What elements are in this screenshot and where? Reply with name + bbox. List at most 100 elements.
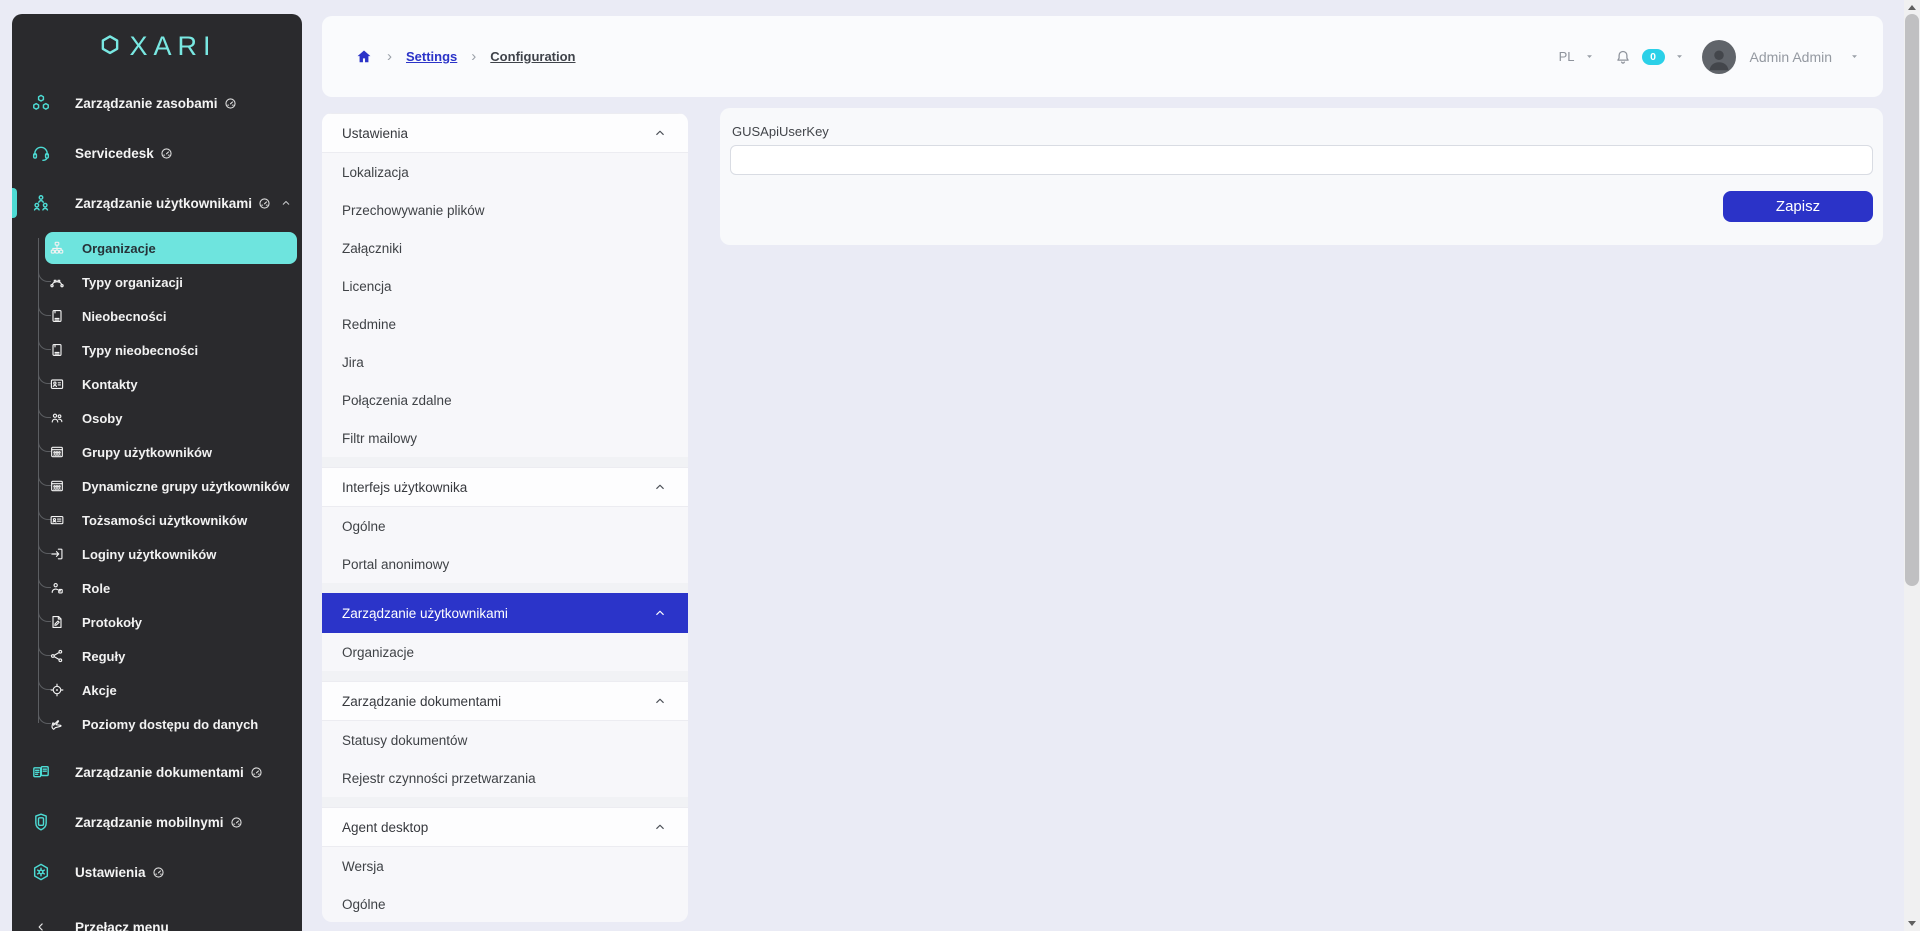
sidebar-subitem[interactable]: Role: [12, 571, 302, 605]
gusapiuserkey-label: GUSApiUserKey: [732, 124, 1883, 139]
caret-down-icon[interactable]: [1850, 52, 1859, 61]
sidebar-item[interactable]: Zarządzanie użytkownikami: [12, 178, 302, 228]
settings-menu-item[interactable]: Filtr mailowy: [322, 419, 688, 457]
settings-menu-item-label: Ogólne: [342, 897, 386, 912]
settings-menu-item-label: Licencja: [342, 279, 392, 294]
settings-menu-item[interactable]: Organizacje: [322, 633, 688, 671]
toggle-menu-label: Przełącz menu: [75, 920, 169, 931]
caret-down-icon[interactable]: [1675, 52, 1684, 61]
settings-menu-item[interactable]: Jira: [322, 343, 688, 381]
gusapiuserkey-input[interactable]: [730, 145, 1873, 175]
settings-section-header[interactable]: Zarządzanie użytkownikami: [322, 593, 688, 633]
gauge-icon: [230, 816, 243, 829]
home-icon[interactable]: [355, 48, 373, 66]
sidebar-subitem-label: Poziomy dostępu do danych: [82, 717, 258, 732]
notifications-badge[interactable]: 0: [1642, 49, 1665, 65]
resources-icon: [31, 93, 51, 113]
sidebar-subitem-label: Typy organizacji: [82, 275, 183, 290]
gauge-icon: [152, 866, 165, 879]
avatar[interactable]: [1702, 40, 1736, 74]
settings-section-header[interactable]: Interfejs użytkownika: [322, 467, 688, 507]
settings-section-title: Zarządzanie użytkownikami: [342, 606, 508, 621]
logo-hexagon-icon: [97, 33, 123, 59]
sidebar-subitem-label: Organizacje: [82, 241, 156, 256]
scroll-up-arrow-icon[interactable]: [1908, 5, 1916, 10]
app-viewport: XARI Zarządzanie zasobami Servicedesk: [0, 0, 1920, 931]
sidebar-subitem[interactable]: Poziomy dostępu do danych: [12, 707, 302, 741]
save-button[interactable]: Zapisz: [1723, 191, 1873, 222]
settings-menu-item[interactable]: Załączniki: [322, 229, 688, 267]
settings-menu-item[interactable]: Portal anonimowy: [322, 545, 688, 583]
hand-icon: [49, 716, 65, 732]
settings-menu-item-label: Lokalizacja: [342, 165, 409, 180]
sidebar-subitem[interactable]: Reguły: [12, 639, 302, 673]
documents-icon: [31, 762, 51, 782]
settings-menu-item-label: Filtr mailowy: [342, 431, 417, 446]
sidebar-item[interactable]: Ustawienia: [12, 847, 302, 897]
settings-menu-item[interactable]: Licencja: [322, 267, 688, 305]
settings-menu-item-label: Połączenia zdalne: [342, 393, 452, 408]
sidebar-item[interactable]: Zarządzanie mobilnymi: [12, 797, 302, 847]
settings-menu-item[interactable]: Rejestr czynności przetwarzania: [322, 759, 688, 797]
settings-menu-item-label: Portal anonimowy: [342, 557, 449, 572]
sidebar-item[interactable]: Servicedesk: [12, 128, 302, 178]
sidebar-item-label: Zarządzanie użytkownikami: [75, 196, 252, 211]
configuration-form: GUSApiUserKey Zapisz: [720, 108, 1883, 245]
settings-menu-item[interactable]: Wersja: [322, 847, 688, 885]
settings-menu-item[interactable]: Lokalizacja: [322, 153, 688, 191]
sidebar-subitem[interactable]: Typy nieobecności: [12, 333, 302, 367]
settings-section-header[interactable]: Ustawienia: [322, 113, 688, 153]
sidebar-subitem-label: Role: [82, 581, 110, 596]
settings-section-header[interactable]: Agent desktop: [322, 807, 688, 847]
sidebar-subitem[interactable]: Dynamiczne grupy użytkowników: [12, 469, 302, 503]
page-scrollbar[interactable]: [1904, 0, 1920, 931]
settings-section-title: Ustawienia: [342, 126, 408, 141]
scrollbar-thumb[interactable]: [1905, 14, 1919, 586]
role-icon: [49, 580, 65, 596]
headset-icon: [31, 143, 51, 163]
settings-section: Zarządzanie dokumentami Statusy dokument…: [322, 681, 688, 797]
caret-down-icon[interactable]: [1585, 52, 1594, 61]
sidebar-subitem[interactable]: Loginy użytkowników: [12, 537, 302, 571]
sidebar-subitem[interactable]: Typy organizacji: [12, 265, 302, 299]
settings-menu-item[interactable]: Ogólne: [322, 507, 688, 545]
chevron-up-icon: [653, 126, 667, 140]
sidebar-subitem[interactable]: Organizacje: [45, 232, 297, 264]
user-name[interactable]: Admin Admin: [1750, 49, 1832, 65]
sidebar-item[interactable]: Zarządzanie dokumentami: [12, 747, 302, 797]
sidebar-subitem[interactable]: Akcje: [12, 673, 302, 707]
settings-menu-item[interactable]: Statusy dokumentów: [322, 721, 688, 759]
sidebar-subitem[interactable]: Grupy użytkowników: [12, 435, 302, 469]
id-card-icon: [49, 512, 65, 528]
protocol-icon: [49, 614, 65, 630]
settings-menu-item[interactable]: Ogólne: [322, 885, 688, 922]
sidebar-main-items: Zarządzanie zasobami Servicedesk Zarządz…: [12, 78, 302, 228]
sidebar-subitem[interactable]: Kontakty: [12, 367, 302, 401]
settings-section-header[interactable]: Zarządzanie dokumentami: [322, 681, 688, 721]
breadcrumb-link-configuration[interactable]: Configuration: [490, 49, 575, 64]
sidebar-subitem[interactable]: Nieobecności: [12, 299, 302, 333]
settings-menu-item-label: Ogólne: [342, 519, 386, 534]
sidebar-subitem-label: Osoby: [82, 411, 122, 426]
settings-menu-item[interactable]: Połączenia zdalne: [322, 381, 688, 419]
sidebar-subitem[interactable]: Tożsamości użytkowników: [12, 503, 302, 537]
chevron-up-icon: [653, 694, 667, 708]
sidebar-toggle-menu[interactable]: Przełącz menu: [12, 905, 302, 931]
language-selector[interactable]: PL: [1559, 49, 1575, 64]
sidebar-subitem[interactable]: Osoby: [12, 401, 302, 435]
chevron-up-icon: [653, 606, 667, 620]
settings-menu-item[interactable]: Przechowywanie plików: [322, 191, 688, 229]
logo-text: XARI: [129, 31, 216, 62]
topbar-right: PL 0 Admin Admin: [1559, 40, 1859, 74]
settings-section: Zarządzanie użytkownikami Organizacje: [322, 593, 688, 671]
scroll-down-arrow-icon[interactable]: [1908, 921, 1916, 926]
settings-menu-item-label: Rejestr czynności przetwarzania: [342, 771, 536, 786]
settings-menu-item[interactable]: Redmine: [322, 305, 688, 343]
sidebar-subitem[interactable]: Protokoły: [12, 605, 302, 639]
sidebar-item[interactable]: Zarządzanie zasobami: [12, 78, 302, 128]
vector-icon: [49, 274, 65, 290]
sidebar-subitem-label: Nieobecności: [82, 309, 167, 324]
bell-icon[interactable]: [1614, 48, 1632, 66]
breadcrumb-link-settings[interactable]: Settings: [406, 49, 457, 64]
gauge-icon: [258, 197, 271, 210]
